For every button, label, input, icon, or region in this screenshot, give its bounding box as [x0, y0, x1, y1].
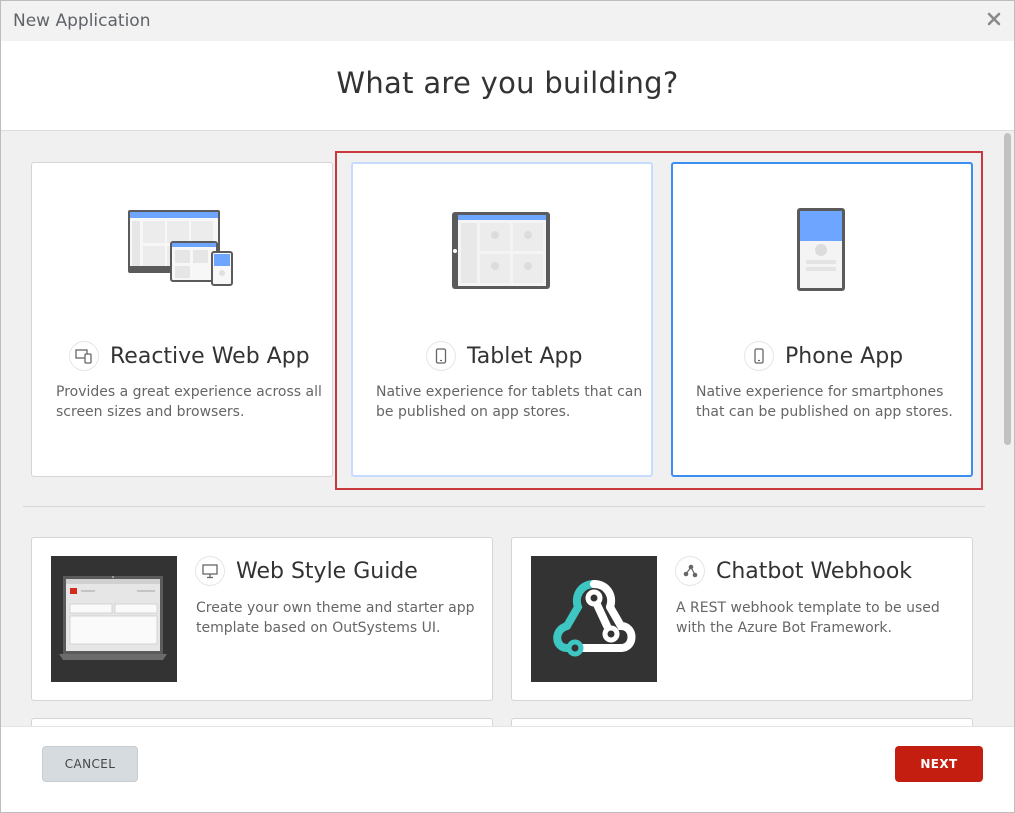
card-description-line: template based on OutSystems UI.	[196, 620, 441, 636]
card-description-line: Provides a great experience across all	[56, 384, 322, 400]
style-guide-thumbnail	[51, 556, 177, 682]
card-title: Chatbot Webhook	[716, 558, 913, 584]
scrollbar-thumb[interactable]	[1004, 133, 1011, 445]
close-icon[interactable]	[984, 9, 1004, 29]
cancel-button[interactable]: CANCEL	[42, 746, 138, 782]
card-description: Provides a great experience across all s…	[56, 382, 322, 422]
card-style-guide-title-row: Web Style Guide	[196, 557, 418, 585]
card-web-style-guide[interactable]: Web Style Guide Create your own theme an…	[31, 537, 493, 701]
app-type-list[interactable]: Reactive Web App Provides a great experi…	[1, 130, 1014, 727]
section-divider	[23, 506, 985, 507]
card-title: Web Style Guide	[236, 558, 418, 584]
reactive-devices-illustration	[128, 210, 233, 286]
card-description-line: screen sizes and browsers.	[56, 404, 245, 420]
page-title: What are you building?	[336, 66, 679, 100]
card-description-line: Create your own theme and starter app	[196, 600, 475, 616]
card-chatbot-title-row: Chatbot Webhook	[676, 557, 912, 585]
card-description: Create your own theme and starter app te…	[196, 598, 474, 638]
card-title: Reactive Web App	[110, 343, 310, 369]
dialog-title: New Application	[13, 11, 151, 31]
card-description-line: A REST webhook template to be used	[676, 600, 940, 616]
content-scrollbar[interactable]	[1003, 131, 1012, 727]
selection-highlight-box	[335, 151, 983, 490]
dialog-footer: CANCEL NEXT	[1, 726, 1014, 812]
dialog-titlebar: New Application	[1, 1, 1014, 41]
card-description: A REST webhook template to be used with …	[676, 598, 940, 638]
devices-icon	[70, 342, 98, 370]
dialog-heading: What are you building?	[1, 41, 1014, 130]
card-chatbot-webhook[interactable]: Chatbot Webhook A REST webhook template …	[511, 537, 973, 701]
card-reactive-title-row: Reactive Web App	[70, 342, 310, 370]
new-application-dialog: New Application What are you building? R…	[0, 0, 1015, 813]
card-reactive-web-app[interactable]: Reactive Web App Provides a great experi…	[31, 162, 333, 477]
webhook-thumbnail	[531, 556, 657, 682]
next-button[interactable]: NEXT	[895, 746, 983, 782]
card-description-line: with the Azure Bot Framework.	[676, 620, 892, 636]
webhook-icon	[676, 557, 704, 585]
monitor-icon	[196, 557, 224, 585]
